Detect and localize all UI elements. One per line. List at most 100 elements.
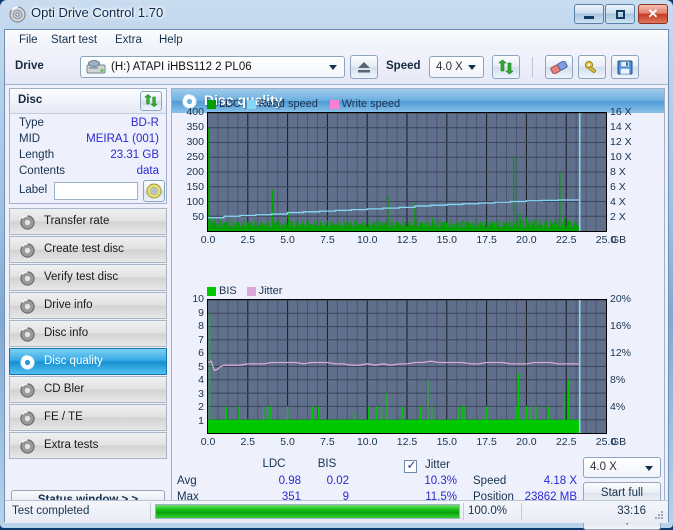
- disc-key-mid: MID: [19, 133, 41, 145]
- disc-row-contents: Contents data: [10, 165, 166, 181]
- legend-label-bis: BIS: [219, 285, 237, 297]
- speed-stat-value: 4.18 X: [543, 475, 577, 487]
- bottom-chart-xtick: 12.5: [396, 436, 418, 448]
- menu-extra[interactable]: Extra: [109, 33, 148, 48]
- resize-grip[interactable]: [653, 509, 665, 521]
- sidebar-item-disc-info[interactable]: Disc info: [9, 320, 167, 347]
- top-chart-ytick: 300: [186, 136, 204, 148]
- top-chart-y2tick: 6 X: [610, 181, 626, 193]
- disc-icon: [19, 354, 36, 371]
- drive-toolbar: Drive (H:) ATAPI iHBS112 2 PL06 Speed 4.…: [5, 51, 668, 85]
- top-chart-ytick: 100: [186, 196, 204, 208]
- minimize-icon: [575, 5, 603, 23]
- drive-select[interactable]: (H:) ATAPI iHBS112 2 PL06: [80, 56, 345, 78]
- progress-bar: [155, 504, 460, 519]
- sidebar-item-cd-bler[interactable]: CD Bler: [9, 376, 167, 403]
- tools-button[interactable]: [578, 55, 606, 79]
- bottom-chart: BIS Jitter 1 2 3 4 5 6 7 8 9 10 4% 8% 12% 16% 20% 0.0 2.5 5…: [171, 235, 665, 460]
- disc-row-mid: MID MEIRA1 (001): [10, 133, 166, 149]
- stat-avg-ldc: 0.98: [278, 475, 301, 487]
- status-separator: [150, 503, 151, 520]
- stat-header-ldc: LDC: [262, 458, 286, 470]
- disc-row-type: Type BD-R: [10, 117, 166, 133]
- sidebar-item-extra-tests[interactable]: Extra tests: [9, 432, 167, 459]
- left-panel: Disc Type BD-R MID MEIRA1 (001) Length 2…: [9, 88, 169, 518]
- maximize-button[interactable]: [605, 4, 635, 24]
- sidebar-item-disc-quality[interactable]: Disc quality: [9, 348, 167, 375]
- label-input[interactable]: [54, 182, 138, 200]
- status-separator: [463, 503, 464, 520]
- sidebar-item-create-test-disc[interactable]: Create test disc: [9, 236, 167, 263]
- legend-swatch-jitter: [246, 287, 256, 296]
- top-chart-y2tick: 16 X: [610, 106, 632, 118]
- bottom-chart-xlabel: GB: [611, 436, 627, 448]
- tools-icon: [584, 60, 600, 78]
- close-button[interactable]: ✕: [638, 4, 668, 24]
- test-speed-select[interactable]: 4.0 X: [583, 457, 661, 478]
- bottom-chart-xtick: 22.5: [555, 436, 577, 448]
- eject-icon: [357, 61, 371, 77]
- legend-label-write-speed: Write speed: [341, 98, 401, 110]
- app-window: Opti Drive Control 1.70 ✕ File Start tes…: [0, 0, 673, 530]
- check-icon: ✓: [406, 458, 417, 472]
- menu-help[interactable]: Help: [153, 33, 189, 48]
- sidebar-label-transfer-rate: Transfer rate: [44, 215, 110, 227]
- disc-icon: [19, 326, 36, 343]
- stat-header-bis: BIS: [317, 458, 337, 470]
- elapsed-time: 33:16: [617, 505, 646, 517]
- minimize-button[interactable]: [574, 4, 604, 24]
- bottom-chart-xtick: 7.5: [320, 436, 335, 448]
- sidebar-item-verify-test-disc[interactable]: Verify test disc: [9, 264, 167, 291]
- top-chart-plot-area: [207, 112, 607, 232]
- legend-swatch-bis: [207, 287, 216, 296]
- menu-start-test[interactable]: Start test: [45, 33, 103, 48]
- progress-fill: [156, 505, 459, 518]
- disc-info-panel: Disc Type BD-R MID MEIRA1 (001) Length 2…: [9, 88, 167, 204]
- legend-swatch-write-speed: [329, 100, 339, 109]
- chevron-down-icon: [468, 65, 476, 70]
- menu-bar: File Start test Extra Help: [5, 30, 668, 52]
- sidebar-item-drive-info[interactable]: Drive info: [9, 292, 167, 319]
- top-chart-ytick: 250: [186, 151, 204, 163]
- bottom-chart-y2tick: 12%: [610, 347, 632, 359]
- top-chart-y2tick: 12 X: [610, 136, 632, 148]
- window-title: Opti Drive Control 1.70: [31, 5, 164, 20]
- bottom-chart-plot-area: [207, 299, 607, 434]
- bottom-chart-xtick: 10.0: [356, 436, 378, 448]
- top-chart-y2tick: 10 X: [610, 151, 632, 163]
- drive-select-value: (H:) ATAPI iHBS112 2 PL06: [111, 61, 252, 73]
- sidebar-item-fe-te[interactable]: FE / TE: [9, 404, 167, 431]
- jitter-checkbox[interactable]: ✓: [404, 458, 417, 473]
- top-chart-y2tick: 2 X: [610, 211, 626, 223]
- eject-button[interactable]: [350, 55, 378, 79]
- top-chart-ytick: 50: [192, 211, 204, 223]
- sidebar-label-cd-bler: CD Bler: [44, 383, 85, 395]
- disc-icon: [19, 438, 36, 455]
- save-button[interactable]: [611, 55, 639, 79]
- label-disc-button[interactable]: [143, 180, 165, 202]
- speed-stat-label: Speed: [473, 475, 507, 487]
- sidebar-label-drive-info: Drive info: [44, 299, 93, 311]
- maximize-icon: [606, 5, 634, 23]
- sidebar-item-transfer-rate[interactable]: Transfer rate: [9, 208, 167, 235]
- bottom-chart-y2tick: 20%: [610, 293, 632, 305]
- bottom-chart-ytick: 5: [198, 360, 204, 373]
- menu-file[interactable]: File: [13, 33, 44, 48]
- bottom-chart-xtick: 20.0: [516, 436, 537, 448]
- disc-value-contents: data: [136, 165, 159, 177]
- title-bar: Opti Drive Control 1.70 ✕: [0, 0, 673, 29]
- bottom-chart-ytick: 2: [198, 401, 204, 413]
- erase-button[interactable]: [545, 55, 573, 79]
- bottom-chart-xtick: 15.0: [436, 436, 458, 448]
- bottom-chart-ytick: 9: [198, 306, 204, 319]
- disc-refresh-button[interactable]: [140, 91, 162, 111]
- close-icon: ✕: [647, 6, 659, 21]
- bottom-chart-ytick: 3: [198, 387, 204, 400]
- sidebar-label-extra-tests: Extra tests: [44, 439, 99, 451]
- refresh-button[interactable]: [492, 55, 520, 79]
- refresh-icon: [144, 94, 158, 111]
- sidebar-label-create-test-disc: Create test disc: [44, 243, 124, 255]
- chevron-down-icon: [329, 65, 337, 70]
- disc-icon: [19, 382, 36, 399]
- speed-select[interactable]: 4.0 X: [429, 56, 484, 78]
